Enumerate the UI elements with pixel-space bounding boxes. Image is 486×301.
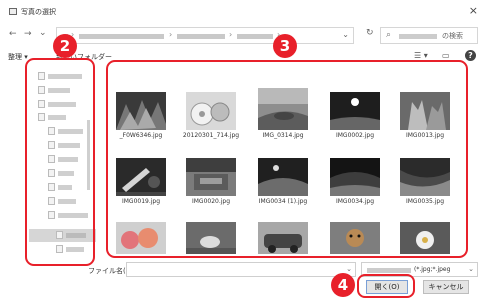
callout-badge-nav: 2 — [53, 34, 77, 58]
callout-frame-nav — [25, 58, 95, 266]
address-path-field[interactable]: › › › › ⌄ — [56, 27, 354, 44]
callout-frame-files — [106, 60, 468, 258]
preview-pane-icon[interactable]: ▭ — [442, 51, 450, 60]
path-segment[interactable] — [237, 34, 273, 39]
cancel-button[interactable]: キャンセル — [423, 280, 469, 294]
callout-frame-open — [357, 274, 415, 298]
view-options-icon[interactable]: ☰ ▾ — [414, 51, 428, 60]
path-separator-icon: › — [229, 30, 233, 39]
window-title: 写真の選択 — [21, 8, 56, 16]
path-separator-icon: › — [169, 30, 173, 39]
title-bar: 写真の選択 × — [0, 0, 486, 24]
refresh-icon[interactable]: ↻ — [366, 28, 374, 38]
path-dropdown-icon[interactable]: ⌄ — [342, 30, 349, 39]
recent-locations-icon[interactable]: ⌄ — [39, 28, 47, 38]
back-icon[interactable]: ← — [9, 29, 17, 39]
search-scope — [399, 34, 437, 39]
close-icon[interactable]: × — [469, 4, 478, 17]
path-segment[interactable] — [79, 34, 164, 39]
filename-input[interactable]: ⌄ — [126, 262, 356, 277]
path-segment[interactable] — [177, 34, 225, 39]
filter-dropdown-icon[interactable]: ⌄ — [468, 265, 474, 273]
search-placeholder: の検索 — [442, 32, 463, 40]
search-icon: ⌕ — [386, 30, 392, 40]
callout-badge-open: 4 — [331, 273, 355, 297]
filename-dropdown-icon[interactable]: ⌄ — [346, 265, 352, 273]
help-icon[interactable]: ? — [465, 50, 476, 61]
callout-badge-files: 3 — [273, 34, 297, 58]
filter-value: (*.jpg;*.jpeg — [414, 266, 451, 273]
organize-button[interactable]: 整理 ▾ — [8, 52, 28, 62]
filter-label — [367, 268, 411, 273]
app-icon — [9, 8, 17, 15]
search-input[interactable]: ⌕ の検索 — [380, 27, 478, 44]
forward-icon[interactable]: → — [24, 29, 32, 39]
